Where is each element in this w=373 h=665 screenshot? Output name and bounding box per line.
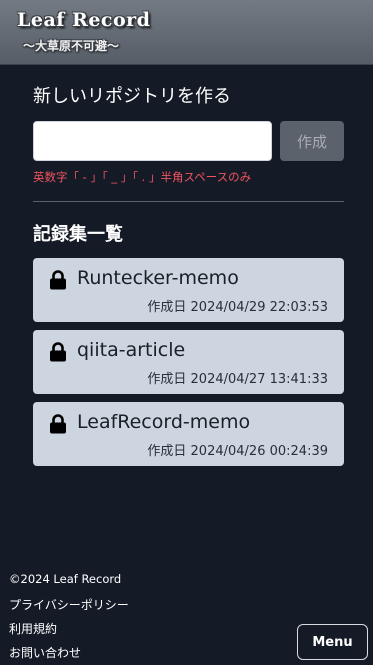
app-logo-subtitle: 〜大草原不可避〜 [23,39,120,53]
contact-link[interactable]: お問い合わせ [9,644,81,661]
record-created-date: 作成日 2024/04/26 00:24:39 [147,444,328,459]
input-hint: 英数字「 - 」「 _ 」「 . 」半角スペースのみ [33,170,252,184]
lock-icon [50,414,66,434]
menu-button[interactable]: Menu [297,624,368,660]
records-heading: 記録集一覧 [33,224,123,245]
record-name: Runtecker-memo [77,267,239,289]
lock-icon [50,342,66,362]
record-created-date: 作成日 2024/04/27 13:41:33 [147,372,328,387]
record-card[interactable]: LeafRecord-memo 作成日 2024/04/26 00:24:39 [33,402,344,466]
repository-name-input[interactable] [33,121,272,161]
privacy-policy-link[interactable]: プライバシーポリシー [9,596,129,613]
page: Leaf Record 〜大草原不可避〜 新しいリポジトリを作る 作成 英数字「… [0,0,373,665]
app-header: Leaf Record 〜大草原不可避〜 [0,0,373,65]
footer-copyright: ©2024 Leaf Record [9,572,122,586]
record-card[interactable]: Runtecker-memo 作成日 2024/04/29 22:03:53 [33,258,344,322]
terms-link[interactable]: 利用規約 [9,620,57,637]
create-repository-heading: 新しいリポジトリを作る [33,86,231,107]
record-card[interactable]: qiita-article 作成日 2024/04/27 13:41:33 [33,330,344,394]
section-divider [33,201,344,202]
create-button[interactable]: 作成 [280,121,344,161]
record-name: qiita-article [77,339,186,361]
lock-icon [50,270,66,290]
record-list: Runtecker-memo 作成日 2024/04/29 22:03:53 q… [33,258,344,474]
record-created-date: 作成日 2024/04/29 22:03:53 [147,300,328,315]
record-name: LeafRecord-memo [77,411,251,433]
app-logo-title[interactable]: Leaf Record [17,9,150,31]
